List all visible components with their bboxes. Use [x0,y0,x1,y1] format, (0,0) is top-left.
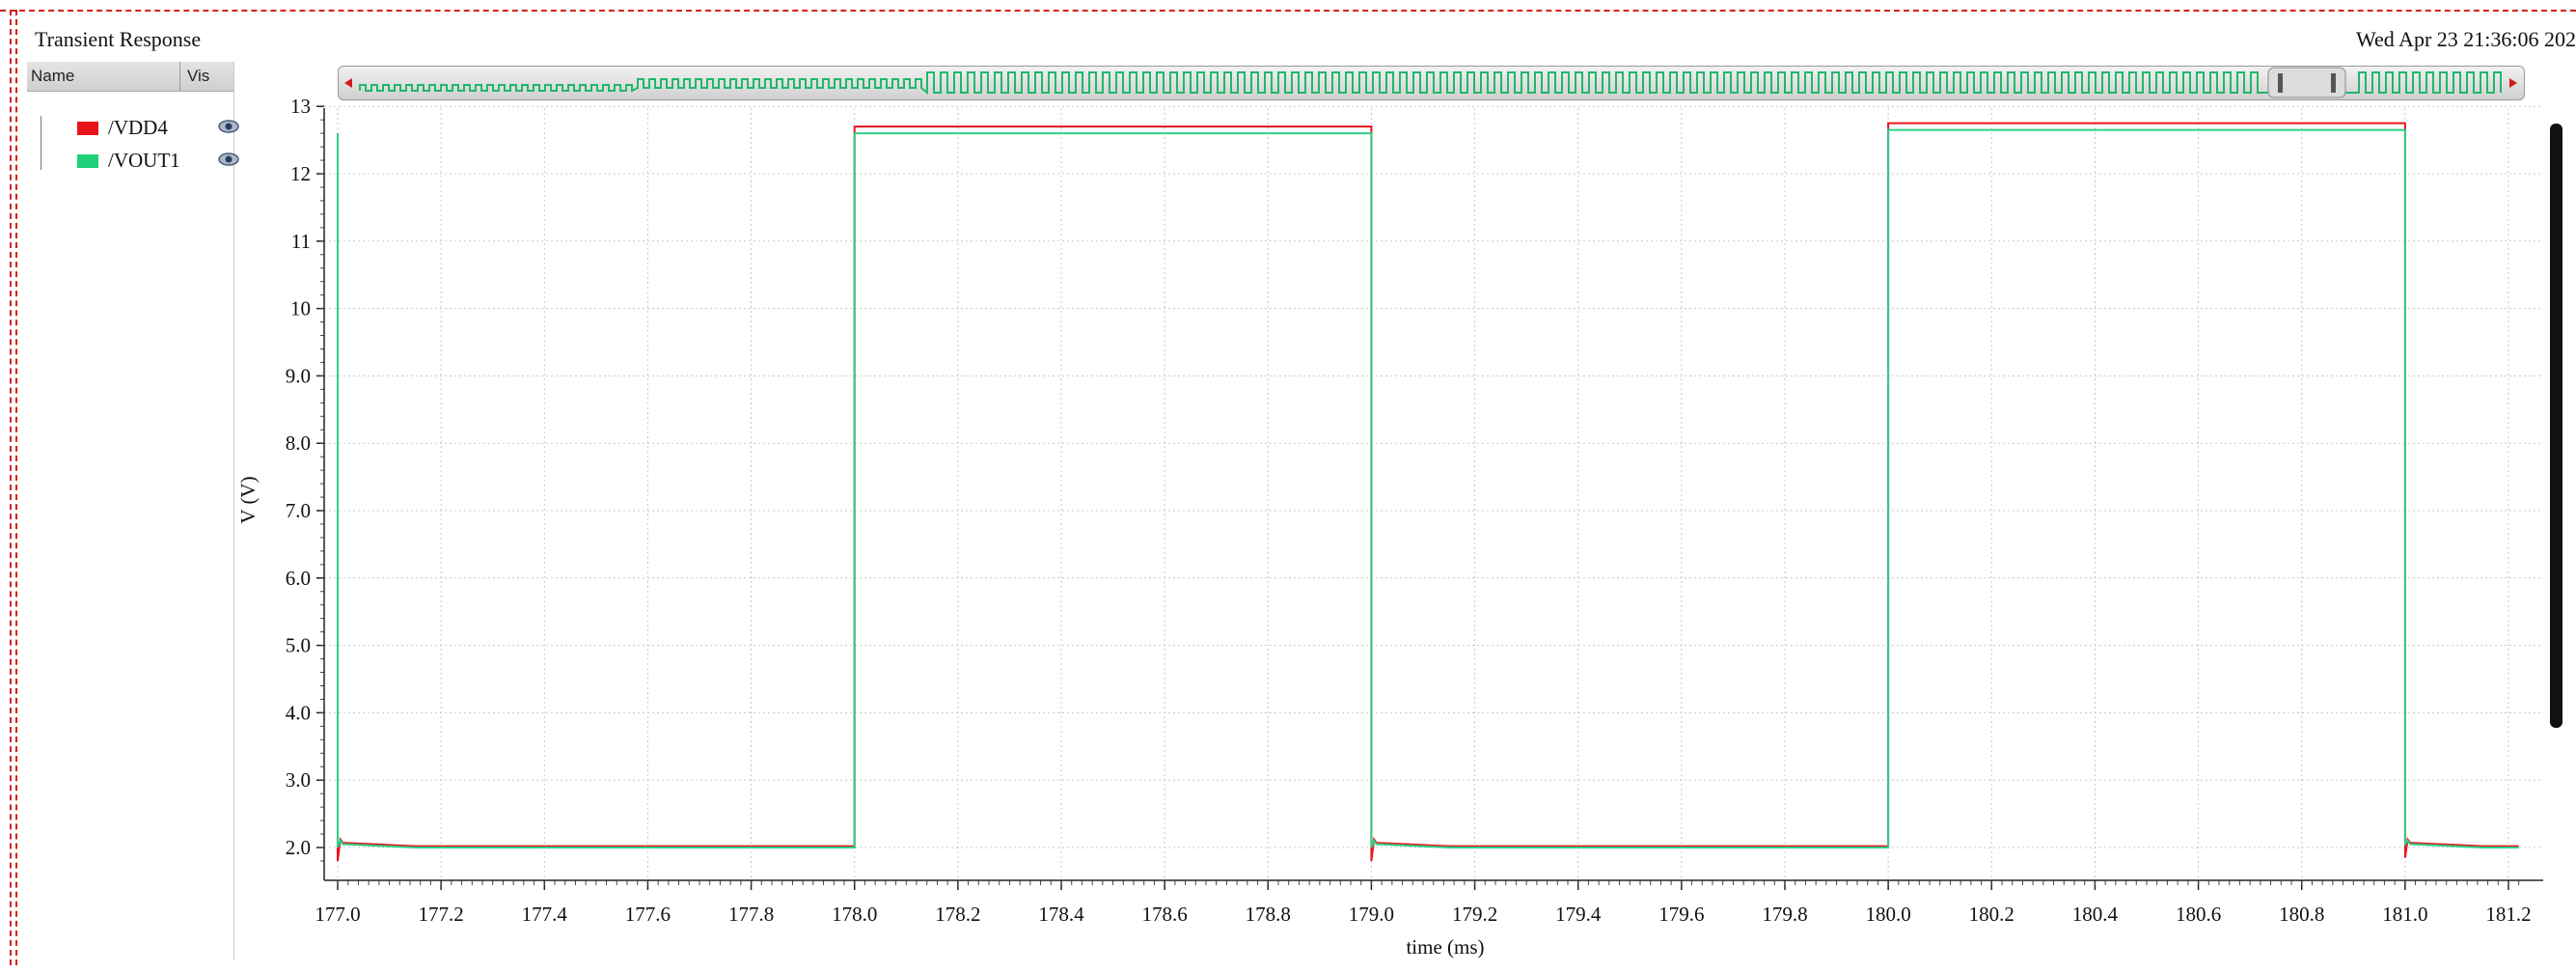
x-tick-label: 181.0 [2382,903,2427,926]
x-tick-label: 179.0 [1349,903,1394,926]
y-tick-label: 4.0 [286,701,311,724]
y-tick-label: 10 [290,297,311,320]
y-tick-label: 5.0 [286,634,311,657]
y-tick-label: 8.0 [286,431,311,455]
x-tick-label: 178.4 [1038,903,1084,926]
y-tick-label: 11 [291,230,311,253]
x-tick-label: 178.2 [935,903,980,926]
x-tick-label: 177.8 [728,903,774,926]
x-tick-label: 178.6 [1142,903,1188,926]
y-tick-label: 13 [290,95,311,118]
series-layer [337,122,2519,862]
x-tick-label: 179.4 [1555,903,1602,926]
x-tick-label: 177.2 [419,903,464,926]
vout1-series-line [337,128,2519,848]
grid-layer [324,105,2543,880]
x-tick-label: 180.0 [1866,903,1911,926]
y-tick-label: 2.0 [286,836,311,859]
y-axis-title: V (V) [236,476,260,523]
x-tick-label: 180.2 [1969,903,2014,926]
x-tick-label: 181.2 [2485,903,2531,926]
x-tick-label: 177.6 [625,903,671,926]
x-axis-title: time (ms) [1406,935,1484,959]
x-tick-label: 178.8 [1246,903,1291,926]
y-tick-label: 9.0 [286,364,311,387]
x-tick-label: 179.2 [1452,903,1497,926]
x-tick-label: 177.0 [315,903,360,926]
y-tick-label: 3.0 [286,768,311,792]
x-tick-label: 180.8 [2279,903,2324,926]
x-tick-label: 177.4 [522,903,568,926]
x-tick-label: 180.6 [2176,903,2221,926]
y-tick-label: 6.0 [286,567,311,590]
x-tick-label: 179.8 [1762,903,1807,926]
vdd4-series-line [337,122,2519,862]
x-tick-label: 180.4 [2072,903,2119,926]
x-tick-label: 178.0 [832,903,877,926]
y-tick-label: 12 [290,162,311,185]
plot-area: 2.0 3.0 4.0 5.0 6.0 7.0 8.0 9.0 10 11 12 13 177.0 177… [236,95,2543,959]
y-tick-label: 7.0 [286,499,311,522]
x-tick-label: 179.6 [1658,903,1704,926]
